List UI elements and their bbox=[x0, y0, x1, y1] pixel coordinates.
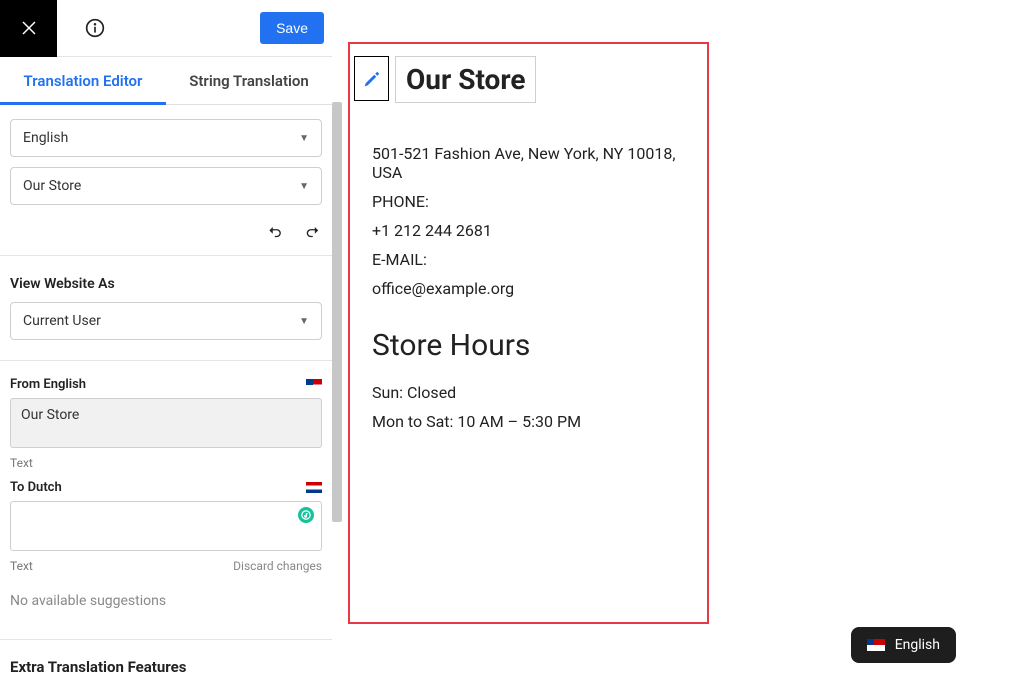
preview-phone-label[interactable]: PHONE: bbox=[372, 192, 685, 211]
language-switcher-label: English bbox=[895, 637, 940, 653]
save-button[interactable]: Save bbox=[260, 12, 324, 44]
info-button[interactable] bbox=[83, 16, 107, 40]
pencil-icon bbox=[363, 70, 381, 88]
from-label-row: From English bbox=[0, 367, 332, 398]
chevron-down-icon: ▼ bbox=[299, 316, 309, 327]
from-label: From English bbox=[10, 377, 86, 392]
close-icon bbox=[20, 19, 38, 37]
to-label: To Dutch bbox=[10, 480, 62, 495]
flag-us-icon bbox=[306, 379, 322, 390]
preview-hours-title[interactable]: Store Hours bbox=[372, 328, 685, 363]
sidebar-scrollbar[interactable] bbox=[332, 102, 342, 522]
view-as-title: View Website As bbox=[0, 262, 332, 302]
language-switcher[interactable]: English bbox=[851, 627, 956, 663]
from-type-label: Text bbox=[10, 456, 33, 470]
edit-selection-button[interactable] bbox=[354, 56, 389, 101]
tab-string-translation[interactable]: String Translation bbox=[166, 57, 332, 104]
preview-phone[interactable]: +1 212 244 2681 bbox=[372, 221, 685, 240]
topbar: Save bbox=[0, 0, 332, 57]
tabs: Translation Editor String Translation bbox=[0, 57, 332, 105]
tab-translation-editor[interactable]: Translation Editor bbox=[0, 57, 166, 104]
chevron-down-icon: ▼ bbox=[299, 133, 309, 144]
chevron-down-icon: ▼ bbox=[299, 181, 309, 192]
close-button[interactable] bbox=[0, 0, 57, 57]
language-select-value: English bbox=[23, 130, 68, 146]
from-textarea bbox=[10, 398, 322, 448]
preview-title-selected[interactable]: Our Store bbox=[395, 56, 536, 103]
preview-sun[interactable]: Sun: Closed bbox=[372, 383, 685, 402]
preview-monsat[interactable]: Mon to Sat: 10 AM – 5:30 PM bbox=[372, 412, 685, 431]
info-icon bbox=[85, 18, 105, 38]
string-select-value: Our Store bbox=[23, 178, 81, 194]
to-textarea[interactable] bbox=[10, 501, 322, 551]
preview-frame: 501-521 Fashion Ave, New York, NY 10018,… bbox=[348, 42, 709, 624]
language-select[interactable]: English ▼ bbox=[10, 119, 322, 157]
preview-email[interactable]: office@example.org bbox=[372, 279, 685, 298]
sidebar-scroll[interactable]: English ▼ Our Store ▼ View Website As Cu… bbox=[0, 105, 332, 683]
undo-icon[interactable] bbox=[266, 223, 284, 241]
string-select[interactable]: Our Store ▼ bbox=[10, 167, 322, 205]
preview-title: Our Store bbox=[406, 63, 525, 96]
no-suggestions-text: No available suggestions bbox=[0, 573, 332, 639]
preview-email-label[interactable]: E-MAIL: bbox=[372, 250, 685, 269]
to-label-row: To Dutch bbox=[0, 470, 332, 501]
redo-icon[interactable] bbox=[304, 223, 322, 241]
extra-features-heading: Extra Translation Features bbox=[0, 639, 332, 683]
flag-nl-icon bbox=[306, 482, 322, 493]
sidebar: Save Translation Editor String Translati… bbox=[0, 0, 332, 683]
undo-redo-row bbox=[0, 219, 332, 249]
discard-changes-link[interactable]: Discard changes bbox=[233, 559, 322, 573]
grammarly-icon[interactable] bbox=[298, 507, 314, 523]
flag-us-icon bbox=[867, 639, 885, 651]
preview-address[interactable]: 501-521 Fashion Ave, New York, NY 10018,… bbox=[372, 144, 685, 182]
view-as-select[interactable]: Current User ▼ bbox=[10, 302, 322, 340]
to-type-label: Text bbox=[10, 559, 33, 573]
view-as-value: Current User bbox=[23, 313, 101, 329]
